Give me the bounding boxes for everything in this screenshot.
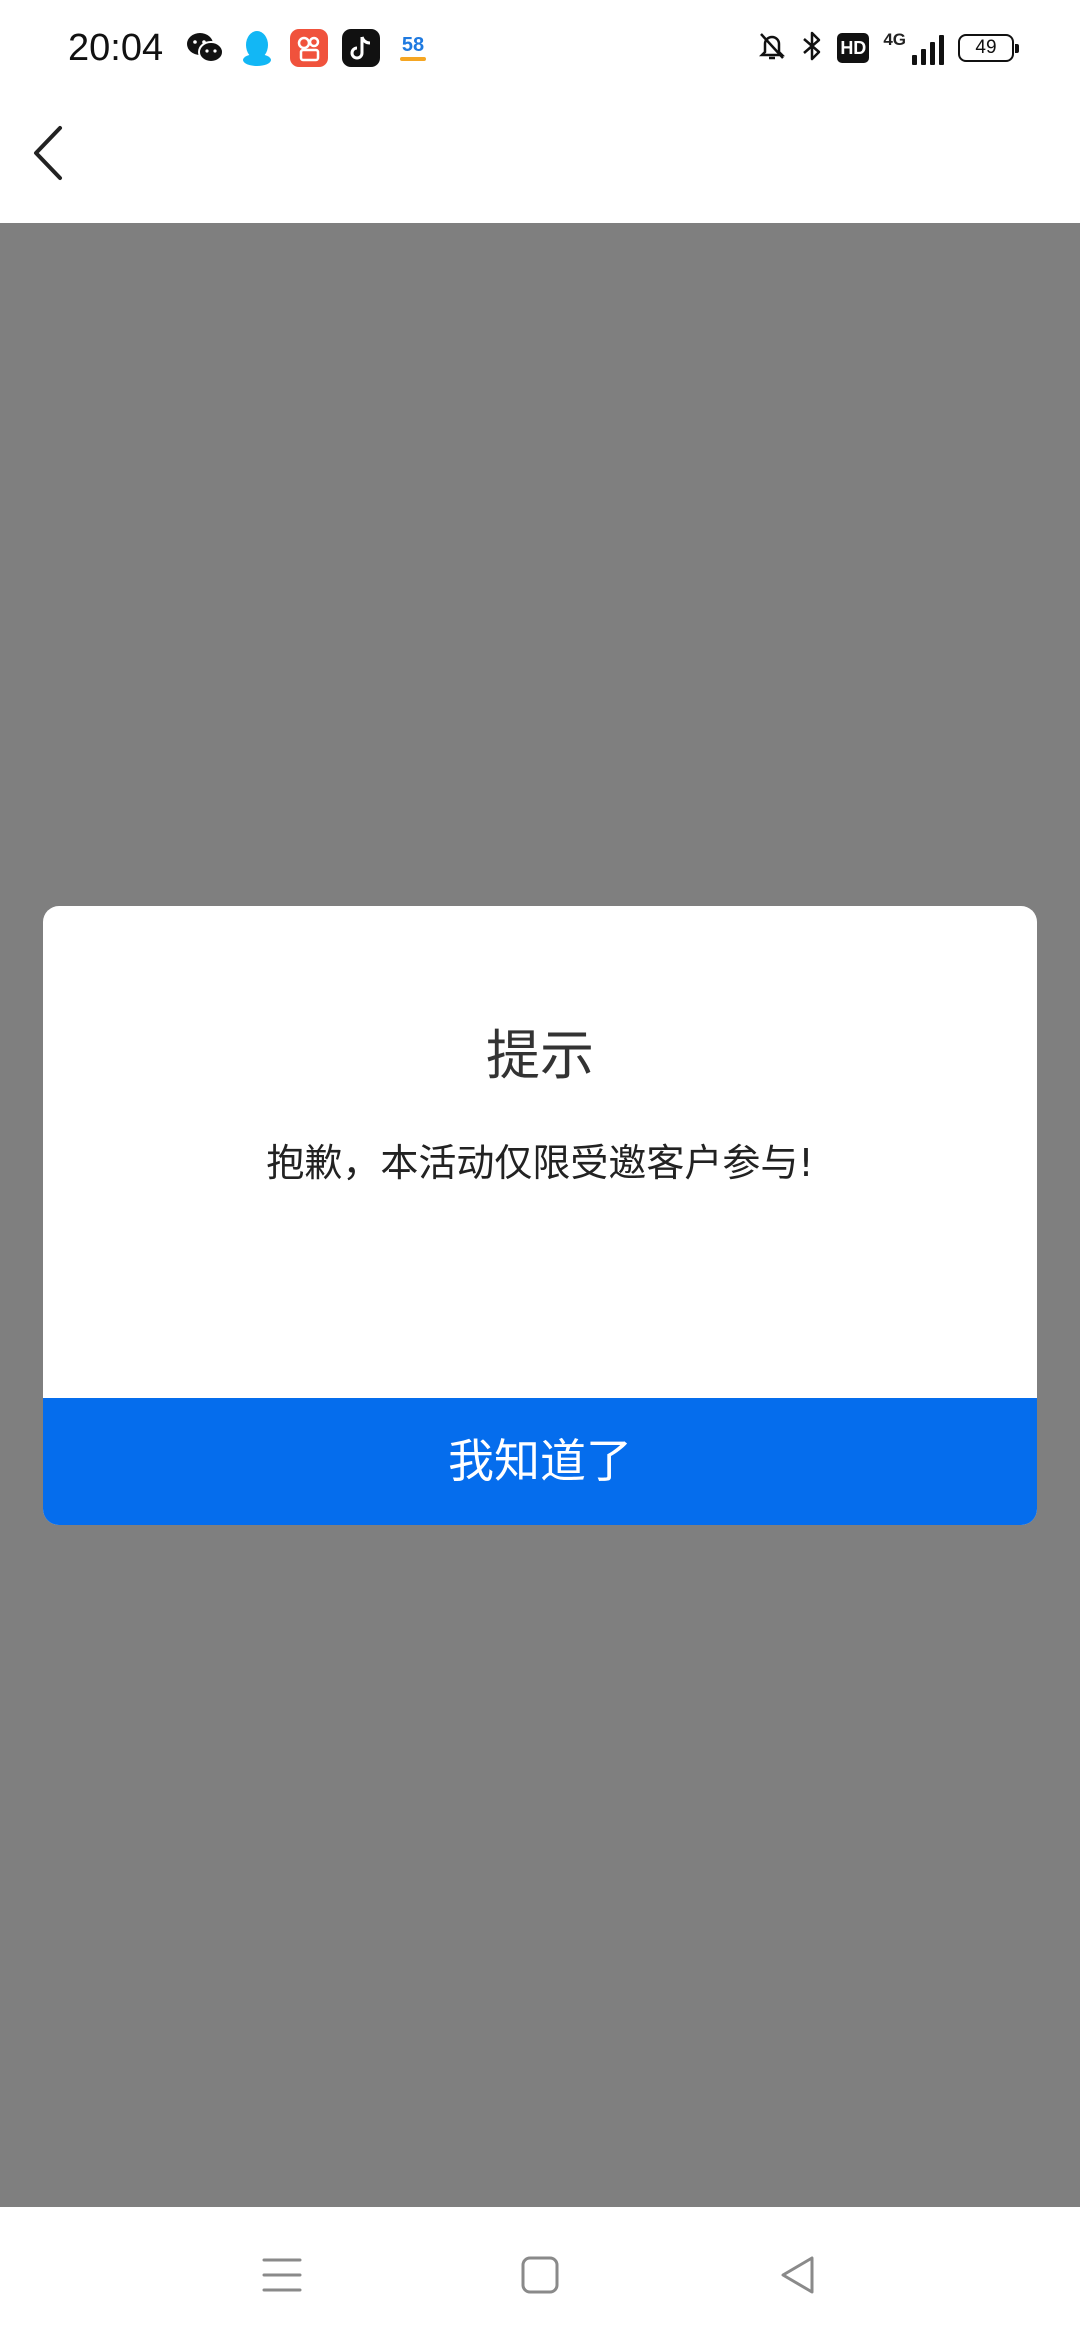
- nav-bar: [0, 95, 1080, 223]
- kuaishou-icon: [290, 29, 328, 67]
- chevron-left-icon: [34, 126, 62, 180]
- recent-apps-button[interactable]: [252, 2245, 312, 2305]
- dialog-title: 提示: [486, 1024, 594, 1087]
- home-button[interactable]: [510, 2245, 570, 2305]
- confirm-button[interactable]: 我知道了: [43, 1398, 1037, 1525]
- app-58-icon: 58: [394, 29, 432, 67]
- menu-icon: [262, 2258, 302, 2292]
- signal-strength-icon: 4G: [883, 31, 944, 65]
- system-nav-bar: [0, 2207, 1080, 2340]
- hd-badge: HD: [837, 33, 870, 63]
- notification-icons: 58: [186, 28, 446, 68]
- douyin-icon: [342, 29, 380, 67]
- back-button[interactable]: [20, 121, 76, 185]
- wechat-icon: [186, 29, 224, 67]
- system-back-button[interactable]: [768, 2245, 828, 2305]
- app-58-label: 58: [402, 34, 424, 56]
- battery-icon: 49: [958, 34, 1019, 62]
- status-bar: 20:04 58 HD 4G 49: [0, 0, 1080, 95]
- network-type-label: 4G: [883, 30, 906, 49]
- mute-bell-icon: [757, 30, 787, 66]
- battery-level: 49: [975, 37, 997, 58]
- status-indicators: HD 4G 49: [743, 28, 1019, 68]
- dialog-message: 抱歉，本活动仅限受邀客户参与!: [266, 1141, 814, 1185]
- bluetooth-icon: [801, 30, 823, 66]
- back-triangle-icon: [781, 2256, 814, 2294]
- qq-icon: [238, 29, 276, 67]
- alert-dialog: 提示 抱歉，本活动仅限受邀客户参与! 我知道了: [43, 906, 1037, 1525]
- status-time: 20:04: [68, 27, 164, 69]
- home-icon: [521, 2256, 559, 2294]
